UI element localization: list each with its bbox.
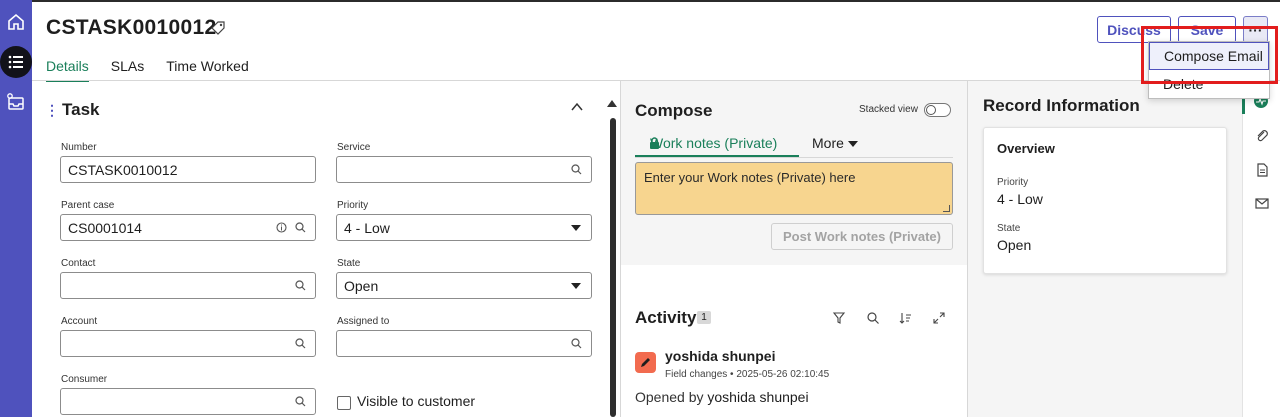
list-icon[interactable] bbox=[0, 46, 32, 78]
assigned-to-field[interactable] bbox=[336, 330, 592, 357]
record-info-title: Record Information bbox=[983, 96, 1140, 115]
parent-case-label: Parent case bbox=[61, 200, 115, 211]
compose-divider bbox=[635, 157, 953, 158]
parent-case-field[interactable]: CS0001014 bbox=[60, 214, 316, 241]
record-number-title: CSTASK0010012 bbox=[46, 16, 217, 39]
contact-label: Contact bbox=[61, 258, 96, 269]
search-icon[interactable] bbox=[294, 279, 307, 292]
work-notes-textarea[interactable]: Enter your Work notes (Private) here bbox=[635, 162, 953, 215]
save-button[interactable]: Save bbox=[1178, 16, 1236, 43]
search-icon[interactable] bbox=[294, 337, 307, 350]
chevron-down-icon bbox=[571, 225, 581, 231]
state-label: State bbox=[337, 258, 361, 269]
tab-slas[interactable]: SLAs bbox=[111, 58, 144, 82]
scroll-up-icon[interactable] bbox=[607, 100, 617, 107]
activity-title: Activity bbox=[635, 308, 697, 327]
overview-priority-value: 4 - Low bbox=[997, 191, 1043, 207]
search-icon[interactable] bbox=[294, 395, 307, 408]
discuss-button[interactable]: Discuss bbox=[1097, 16, 1171, 43]
consumer-field[interactable] bbox=[60, 388, 316, 415]
number-value: CSTASK0010012 bbox=[68, 161, 178, 178]
search-icon[interactable] bbox=[866, 311, 880, 325]
chevron-down-icon bbox=[571, 283, 581, 289]
resize-handle-icon[interactable] bbox=[943, 205, 950, 212]
tab-time-worked[interactable]: Time Worked bbox=[166, 58, 248, 82]
state-value: Open bbox=[344, 277, 379, 294]
scrollbar-thumb[interactable] bbox=[610, 118, 616, 417]
left-rail bbox=[0, 0, 32, 417]
activity-count-badge: 1 bbox=[697, 311, 711, 324]
activity-user-name: yoshida shunpei bbox=[665, 348, 776, 364]
tab-details[interactable]: Details bbox=[46, 58, 89, 82]
priority-select[interactable]: 4 - Low bbox=[336, 214, 592, 241]
contact-field[interactable] bbox=[60, 272, 316, 299]
lock-icon bbox=[650, 137, 659, 149]
sort-icon[interactable] bbox=[899, 311, 913, 325]
menu-item-delete[interactable]: Delete bbox=[1149, 70, 1269, 98]
consumer-label: Consumer bbox=[61, 374, 108, 385]
visible-to-customer-label: Visible to customer bbox=[357, 393, 476, 409]
visible-to-customer-checkbox[interactable] bbox=[337, 396, 351, 410]
overview-title: Overview bbox=[997, 141, 1055, 156]
mail-icon[interactable] bbox=[1255, 196, 1269, 210]
work-notes-placeholder: Enter your Work notes (Private) here bbox=[644, 170, 856, 185]
search-icon[interactable] bbox=[570, 337, 583, 350]
number-field[interactable]: CSTASK0010012 bbox=[60, 156, 316, 183]
service-field[interactable] bbox=[336, 156, 592, 183]
expand-icon[interactable] bbox=[932, 311, 946, 325]
home-icon[interactable] bbox=[4, 10, 28, 34]
priority-value: 4 - Low bbox=[344, 219, 390, 236]
overview-state-value: Open bbox=[997, 237, 1032, 253]
overview-priority-label: Priority bbox=[997, 177, 1029, 188]
priority-label: Priority bbox=[337, 200, 369, 211]
info-icon[interactable] bbox=[275, 221, 288, 234]
post-work-notes-button[interactable]: Post Work notes (Private) bbox=[771, 223, 953, 250]
pencil-icon bbox=[635, 352, 656, 373]
search-icon[interactable] bbox=[294, 221, 307, 234]
top-border bbox=[32, 0, 1280, 2]
document-icon[interactable] bbox=[1255, 163, 1269, 177]
more-actions-button[interactable]: ··· bbox=[1243, 16, 1268, 43]
state-select[interactable]: Open bbox=[336, 272, 592, 299]
task-section-title: Task bbox=[62, 100, 100, 119]
stacked-view-label: Stacked view bbox=[859, 104, 918, 115]
service-label: Service bbox=[337, 142, 371, 153]
account-label: Account bbox=[61, 316, 98, 327]
drag-handle-icon[interactable]: ⋮ bbox=[45, 102, 59, 119]
number-label: Number bbox=[61, 142, 97, 153]
assigned-to-label: Assigned to bbox=[337, 316, 390, 327]
chevron-up-icon[interactable] bbox=[570, 100, 584, 114]
account-field[interactable] bbox=[60, 330, 316, 357]
inbox-icon[interactable] bbox=[4, 90, 28, 114]
more-actions-menu: Compose Email Delete bbox=[1148, 41, 1270, 99]
menu-item-compose-email[interactable]: Compose Email bbox=[1149, 42, 1269, 70]
search-icon[interactable] bbox=[570, 163, 583, 176]
record-tabs: Details SLAs Time Worked bbox=[46, 58, 271, 82]
stacked-view-toggle[interactable] bbox=[924, 103, 951, 117]
tag-icon[interactable] bbox=[211, 21, 225, 35]
overview-state-label: State bbox=[997, 223, 1021, 234]
opened-by-label: Opened by bbox=[635, 389, 704, 405]
attachment-icon[interactable] bbox=[1255, 129, 1269, 143]
opened-by-line: Opened by yoshida shunpei bbox=[635, 389, 809, 405]
filter-icon[interactable] bbox=[832, 311, 846, 325]
toggle-knob bbox=[926, 105, 936, 115]
activity-meta: Field changes • 2025-05-26 02:10:45 bbox=[665, 369, 830, 380]
compose-more-menu[interactable]: More bbox=[812, 135, 844, 151]
opened-by-value: yoshida shunpei bbox=[707, 389, 809, 405]
caret-down-icon[interactable] bbox=[848, 141, 858, 147]
compose-title: Compose bbox=[635, 101, 713, 120]
parent-case-value: CS0001014 bbox=[68, 219, 142, 236]
